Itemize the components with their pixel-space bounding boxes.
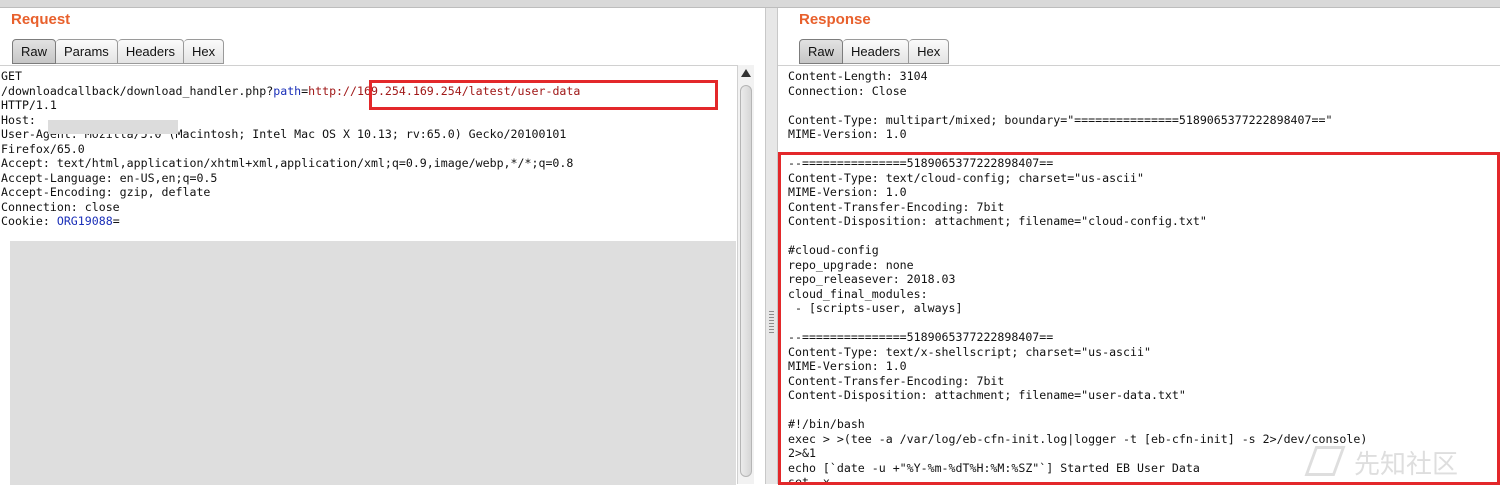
response-line: Content-Type: multipart/mixed; boundary=… bbox=[788, 112, 1333, 127]
request-line: Accept-Encoding: gzip, deflate bbox=[1, 185, 211, 199]
request-scrollbar[interactable] bbox=[737, 65, 754, 484]
request-tab-raw[interactable]: Raw bbox=[12, 39, 57, 64]
redacted-host bbox=[48, 120, 178, 134]
response-line bbox=[788, 98, 1367, 113]
request-line: Accept: text/html,application/xhtml+xml,… bbox=[1, 156, 574, 170]
request-line: Cookie: ORG19088= bbox=[1, 214, 120, 228]
response-title: Response bbox=[799, 11, 871, 28]
request-panel: Request Raw Params Headers Hex GET/download… bbox=[0, 8, 765, 485]
window-top-bar bbox=[0, 0, 1500, 8]
response-tab-raw[interactable]: Raw bbox=[799, 39, 844, 64]
watermark-text: 先知社区 bbox=[1354, 450, 1459, 480]
request-tabs: Raw Params Headers Hex bbox=[12, 39, 225, 64]
response-editor[interactable]: Content-Length: 3104 Connection: Close Con… bbox=[778, 65, 1500, 485]
request-editor[interactable]: GET/downloadcallback/download_handler.ph… bbox=[0, 65, 737, 485]
response-tabs: Raw Headers Hex bbox=[799, 39, 950, 64]
response-line: Connection: Close bbox=[788, 83, 907, 98]
request-tab-params[interactable]: Params bbox=[56, 39, 118, 64]
splitter-grip-icon[interactable] bbox=[769, 311, 774, 333]
scroll-up-arrow-icon[interactable] bbox=[741, 69, 751, 77]
request-tab-hex[interactable]: Hex bbox=[183, 39, 225, 64]
partial-cookie-text bbox=[0, 249, 9, 485]
request-line: Connection: close bbox=[1, 199, 120, 214]
watermark: 先知社区 bbox=[1304, 442, 1500, 484]
highlight-ssrf-url bbox=[369, 80, 718, 110]
response-line: MIME-Version: 1.0 bbox=[788, 127, 907, 141]
request-title: Request bbox=[11, 11, 71, 28]
watermark-logo-icon bbox=[1304, 446, 1346, 476]
request-line: Accept-Language: en-US,en;q=0.5 bbox=[1, 170, 218, 185]
scroll-thumb[interactable] bbox=[740, 85, 752, 477]
response-tab-headers[interactable]: Headers bbox=[843, 39, 910, 64]
response-tab-hex[interactable]: Hex bbox=[909, 39, 950, 64]
request-line: Firefox/65.0 bbox=[1, 141, 85, 156]
response-line: Content-Length: 3104 bbox=[788, 69, 928, 83]
panel-splitter[interactable] bbox=[765, 8, 778, 484]
redacted-cookie-block bbox=[10, 241, 736, 485]
response-panel: Response Raw Headers Hex Content-Length: 3… bbox=[778, 8, 1500, 485]
request-tab-headers[interactable]: Headers bbox=[117, 39, 184, 64]
highlight-user-data bbox=[778, 152, 1500, 485]
